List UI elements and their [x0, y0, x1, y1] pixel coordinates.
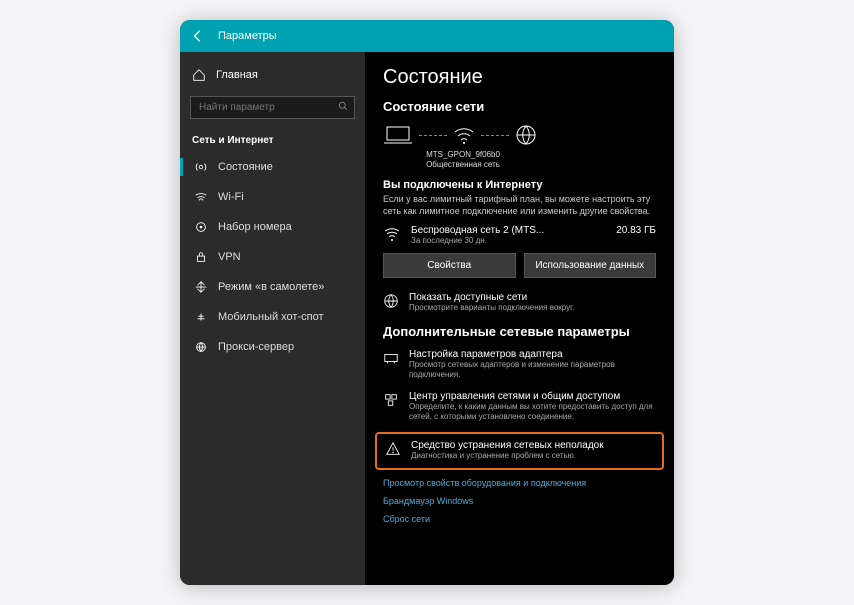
sidebar-item-label: Режим «в самолете» — [218, 281, 324, 293]
usage-value: 20.83 ГБ — [616, 225, 656, 236]
sidebar-section: Сеть и Интернет — [180, 129, 365, 152]
content: Состояние Состояние сети MTS_GPON_9f06b0… — [365, 52, 674, 585]
network-name: MTS_GPON_9f06b0 — [413, 150, 513, 160]
network-type: Общественная сеть — [413, 160, 513, 170]
sidebar-item-hotspot[interactable]: Мобильный хот-спот — [180, 302, 365, 332]
search-input[interactable] — [190, 96, 355, 119]
link-firewall[interactable]: Брандмауэр Windows — [383, 496, 656, 506]
sidebar-item-dialup[interactable]: Набор номера — [180, 212, 365, 242]
link-subtitle: Диагностика и устранение проблем с сетью… — [411, 451, 604, 461]
properties-button[interactable]: Свойства — [383, 253, 516, 278]
wifi-icon — [194, 190, 208, 204]
sidebar-item-proxy[interactable]: Прокси-сервер — [180, 332, 365, 362]
network-usage-row: Беспроводная сеть 2 (MTS... За последние… — [383, 225, 656, 245]
sidebar-item-wifi[interactable]: Wi-Fi — [180, 182, 365, 212]
data-usage-button[interactable]: Использование данных — [524, 253, 657, 278]
sharing-icon — [383, 392, 399, 408]
link-subtitle: Просмотр сетевых адаптеров и изменение п… — [409, 360, 656, 381]
sharing-center[interactable]: Центр управления сетями и общим доступом… — [383, 391, 656, 423]
arrow-left-icon — [191, 29, 205, 43]
dialup-icon — [194, 220, 208, 234]
wifi-icon — [383, 225, 401, 243]
connected-title: Вы подключены к Интернету — [383, 179, 656, 191]
network-diagram — [383, 124, 656, 146]
sidebar-item-label: VPN — [218, 251, 241, 263]
adapter-icon — [383, 350, 399, 366]
dash-line — [419, 135, 447, 136]
sidebar-item-vpn[interactable]: VPN — [180, 242, 365, 272]
sidebar-item-label: Состояние — [218, 161, 273, 173]
conn-name: Беспроводная сеть 2 (MTS... — [411, 225, 606, 236]
back-button[interactable] — [188, 26, 208, 46]
sidebar-home-label: Главная — [216, 69, 258, 81]
link-title: Настройка параметров адаптера — [409, 349, 656, 360]
link-subtitle: Просмотрите варианты подключения вокруг. — [409, 303, 574, 313]
sidebar: Главная Сеть и Интернет Состояние Wi-Fi — [180, 52, 365, 585]
link-network-reset[interactable]: Сброс сети — [383, 514, 656, 524]
sidebar-item-status[interactable]: Состояние — [180, 152, 365, 182]
status-icon — [194, 160, 208, 174]
conn-period: За последние 30 дн. — [411, 236, 606, 245]
home-icon — [192, 68, 206, 82]
vpn-icon — [194, 250, 208, 264]
link-subtitle: Определите, к каким данным вы хотите пре… — [409, 402, 656, 423]
sidebar-home[interactable]: Главная — [180, 60, 365, 90]
airplane-icon — [194, 280, 208, 294]
page-title: Состояние — [383, 66, 656, 89]
adapter-settings[interactable]: Настройка параметров адаптера Просмотр с… — [383, 349, 656, 381]
sidebar-item-label: Wi-Fi — [218, 191, 244, 203]
diagram-caption: MTS_GPON_9f06b0 Общественная сеть — [413, 150, 513, 169]
globe-icon — [383, 293, 399, 309]
sidebar-item-label: Мобильный хот-спот — [218, 311, 324, 323]
hotspot-icon — [194, 310, 208, 324]
link-title: Центр управления сетями и общим доступом — [409, 391, 656, 402]
link-title: Средство устранения сетевых неполадок — [411, 440, 604, 451]
dash-line — [481, 135, 509, 136]
proxy-icon — [194, 340, 208, 354]
laptop-icon — [383, 124, 413, 146]
sidebar-item-label: Прокси-сервер — [218, 341, 294, 353]
link-title: Показать доступные сети — [409, 292, 574, 303]
link-hardware-props[interactable]: Просмотр свойств оборудования и подключе… — [383, 478, 656, 488]
settings-window: Параметры Главная Сеть и Интернет Состоя… — [180, 20, 674, 585]
show-available-networks[interactable]: Показать доступные сети Просмотрите вари… — [383, 292, 656, 313]
wifi-icon — [453, 124, 475, 146]
network-troubleshooter[interactable]: Средство устранения сетевых неполадок Ди… — [385, 440, 654, 461]
search-icon — [337, 100, 349, 112]
titlebar: Параметры — [180, 20, 674, 52]
section-advanced: Дополнительные сетевые параметры — [383, 324, 656, 339]
highlighted-box: Средство устранения сетевых неполадок Ди… — [375, 432, 664, 469]
sidebar-item-label: Набор номера — [218, 221, 292, 233]
section-network-status: Состояние сети — [383, 99, 656, 114]
globe-icon — [515, 124, 537, 146]
sidebar-item-airplane[interactable]: Режим «в самолете» — [180, 272, 365, 302]
connected-text: Если у вас лимитный тарифный план, вы мо… — [383, 193, 656, 217]
warning-icon — [385, 441, 401, 457]
titlebar-title: Параметры — [218, 30, 277, 42]
text-links: Просмотр свойств оборудования и подключе… — [383, 478, 656, 524]
